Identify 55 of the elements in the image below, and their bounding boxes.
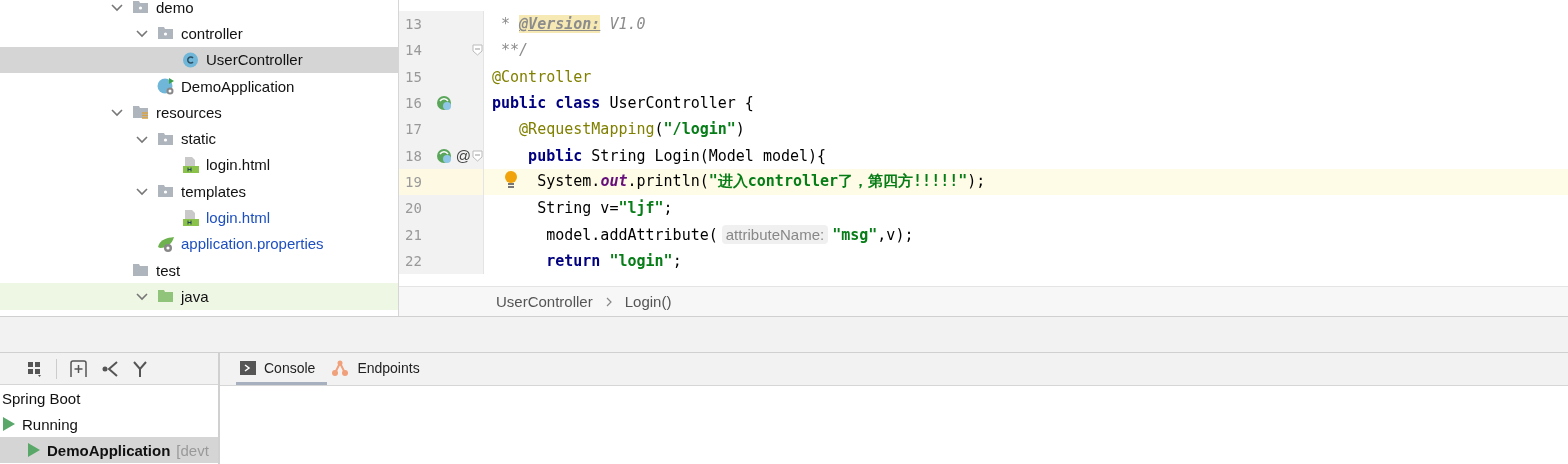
tree-item[interactable]: UserController xyxy=(0,46,398,73)
line-number: 17 xyxy=(404,121,423,138)
run-tree-item[interactable]: DemoApplication [devt xyxy=(0,437,218,463)
run-tree-item[interactable]: Running xyxy=(0,411,218,437)
chevron-right-icon xyxy=(604,296,613,307)
branch-icon xyxy=(101,359,119,378)
line-number: 19 xyxy=(404,173,423,190)
line-number: 21 xyxy=(404,226,423,243)
line-number: 15 xyxy=(404,68,423,85)
tree-item[interactable]: static xyxy=(0,125,398,152)
html-file-icon xyxy=(182,208,200,227)
grid-icon xyxy=(26,359,44,378)
tree-item[interactable]: application.properties xyxy=(0,230,398,257)
tree-item[interactable]: demo xyxy=(0,0,398,21)
resources-folder-icon xyxy=(132,103,150,122)
breadcrumb[interactable]: Login() xyxy=(624,293,672,310)
code-line: model.addAttribute( attributeName: "msg",v); xyxy=(545,225,914,244)
line-number: 14 xyxy=(404,42,423,59)
nodes-icon xyxy=(331,358,350,377)
tree-item[interactable]: resources xyxy=(0,99,398,126)
code-line: String v="ljf"; xyxy=(536,199,673,218)
play-icon xyxy=(27,443,41,457)
at-symbol: @ xyxy=(455,147,471,165)
code-line: @RequestMapping("/login") xyxy=(518,120,745,139)
line-number: 20 xyxy=(404,200,423,217)
class-icon xyxy=(182,50,200,69)
tree-item[interactable]: templates xyxy=(0,178,398,205)
code-line: System.out.println("进入controller了，第四方!!!!!"); xyxy=(536,172,986,192)
play-icon xyxy=(2,417,16,431)
code-line: * @Version: V1.0 xyxy=(500,15,646,34)
tool-tab[interactable]: Console xyxy=(236,353,328,385)
spring-class-icon xyxy=(157,77,175,96)
tree-item[interactable]: java xyxy=(0,283,398,310)
add-frame-icon xyxy=(69,359,89,378)
line-number: 22 xyxy=(404,252,423,269)
line-number: 13 xyxy=(404,16,423,33)
tool-tab[interactable]: Endpoints xyxy=(327,353,432,385)
html-file-icon xyxy=(182,155,200,174)
code-line: return "login"; xyxy=(545,251,682,270)
tree-item[interactable]: controller xyxy=(0,20,398,47)
code-line: @Controller xyxy=(492,67,592,86)
console-icon xyxy=(240,360,256,375)
tree-item[interactable]: DemoApplication xyxy=(0,72,398,100)
code-line: public class UserController { xyxy=(492,94,754,113)
tree-item[interactable]: login.html xyxy=(0,151,398,179)
tree-item[interactable]: login.html xyxy=(0,204,398,231)
tree-item[interactable]: test xyxy=(0,256,398,284)
breadcrumb[interactable]: UserController xyxy=(496,293,593,310)
leaf-settings-icon xyxy=(157,234,175,253)
code-line: public String Login(Model model){ xyxy=(527,146,827,165)
run-tree-item[interactable]: Spring Boot xyxy=(0,385,218,411)
fork-icon xyxy=(131,359,149,378)
line-number: 16 xyxy=(404,95,423,112)
code-line: **/ xyxy=(500,41,529,60)
line-number: 18 xyxy=(404,147,423,164)
